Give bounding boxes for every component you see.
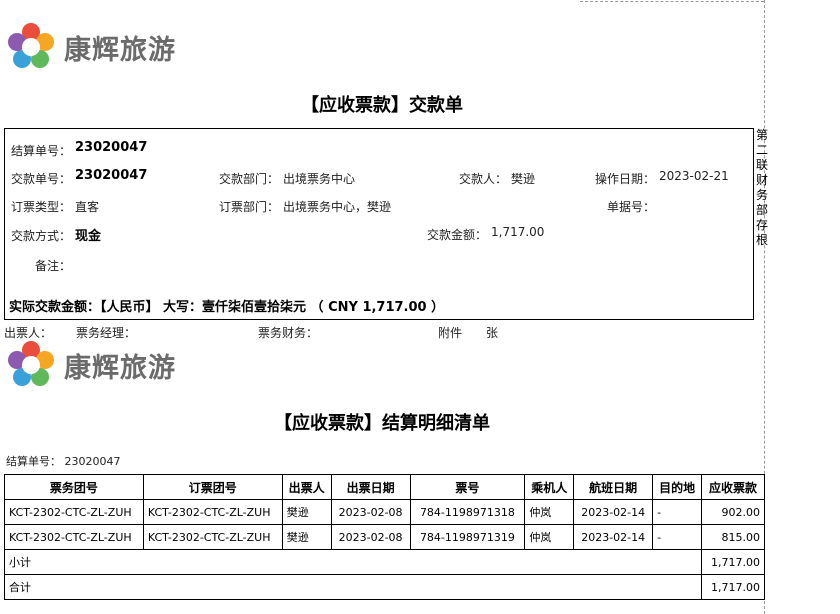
pay-dept-value: 出境票务中心 xyxy=(283,172,356,186)
receivable-cell: 815.00 xyxy=(701,524,765,550)
pay-method-label: 交款方式： xyxy=(11,229,72,243)
col-header: 目的地 xyxy=(652,474,703,500)
col-header: 订票团号 xyxy=(142,474,283,500)
issuer-cell: 樊逊 xyxy=(281,524,332,550)
table-row: KCT-2302-CTC-ZL-ZUH KCT-2302-CTC-ZL-ZUH … xyxy=(4,499,765,525)
page-top-dashed-border xyxy=(580,1,764,2)
ticket-group-cell: KCT-2302-CTC-ZL-ZUH xyxy=(4,499,144,525)
destination-cell: - xyxy=(652,499,703,525)
op-date-label: 操作日期： xyxy=(595,172,656,186)
order-dept-value: 出境票务中心，樊逊 xyxy=(283,200,392,214)
actual-amount-line: 实际交款金额：【人民币】 大写：壹仟柒佰壹拾柒元 （ CNY 1,717.00 … xyxy=(9,300,445,315)
manager-label: 票务经理： xyxy=(76,326,137,340)
order-group-cell: KCT-2302-CTC-ZL-ZUH xyxy=(142,524,283,550)
total-row: 合计 1,717.00 xyxy=(3,574,765,600)
passenger-cell: 仲岚 xyxy=(524,524,575,550)
col-header: 票务团号 xyxy=(4,474,144,500)
order-type-label: 订票类型： xyxy=(11,200,72,214)
col-header: 出票日期 xyxy=(330,474,411,500)
ticket-no-cell: 784-1198971319 xyxy=(409,524,526,550)
amount-label: 交款金额： xyxy=(427,228,488,242)
flight-date-cell: 2023-02-14 xyxy=(573,524,654,550)
col-header: 出票人 xyxy=(281,474,332,500)
company-name: 康辉旅游 xyxy=(64,35,176,66)
remark-label: 备注： xyxy=(35,259,72,273)
col-header: 应收票款 xyxy=(701,474,765,500)
detail-settle-no: 结算单号： 23020047 xyxy=(6,455,121,468)
issuer-label: 出票人： xyxy=(4,326,53,340)
flower-logo-icon xyxy=(8,341,54,386)
total-label: 合计 xyxy=(3,574,703,600)
destination-cell: - xyxy=(652,524,703,550)
order-dept-label: 订票部门： xyxy=(219,200,280,214)
total-value: 1,717.00 xyxy=(701,574,765,600)
op-date-value: 2023-02-21 xyxy=(659,169,729,183)
order-group-cell: KCT-2302-CTC-ZL-ZUH xyxy=(142,499,283,525)
receivable-cell: 902.00 xyxy=(701,499,765,525)
finance-label: 票务财务： xyxy=(258,326,319,340)
payer-label: 交款人： xyxy=(459,172,508,186)
copy-side-note: 第二联财务部存根 xyxy=(756,128,769,247)
company-logo-detail: 康辉旅游 xyxy=(6,340,196,390)
payer-value: 樊逊 xyxy=(511,172,536,186)
doc-no-label: 单据号： xyxy=(607,200,656,214)
voucher-form: 结算单号： 23020047 交款单号： 23020047 交款部门： 出境票务… xyxy=(4,128,754,320)
pay-method-value: 现金 xyxy=(75,229,102,244)
issue-date-cell: 2023-02-08 xyxy=(330,499,411,525)
col-header: 票号 xyxy=(409,474,526,500)
ticket-no-cell: 784-1198971318 xyxy=(409,499,526,525)
subtotal-value: 1,717.00 xyxy=(701,549,765,575)
subtotal-row: 小计 1,717.00 xyxy=(3,549,765,575)
pay-dept-label: 交款部门： xyxy=(219,172,280,186)
table-header-row: 票务团号 订票团号 出票人 出票日期 票号 乘机人 航班日期 目的地 应收票款 xyxy=(4,474,765,500)
voucher-title: 【应收票款】交款单 xyxy=(301,95,463,116)
flower-logo-icon xyxy=(8,23,54,68)
attachment-label: 附件 xyxy=(438,326,463,340)
attachment-unit: 张 xyxy=(486,326,499,340)
subtotal-label: 小计 xyxy=(3,549,703,575)
settle-no-label: 结算单号： xyxy=(11,144,72,158)
order-type-value: 直客 xyxy=(75,200,100,214)
passenger-cell: 仲岚 xyxy=(524,499,575,525)
company-name: 康辉旅游 xyxy=(64,353,176,384)
pay-no-value: 23020047 xyxy=(75,168,148,183)
pay-no-label: 交款单号： xyxy=(11,172,72,186)
issuer-cell: 樊逊 xyxy=(281,499,332,525)
flight-date-cell: 2023-02-14 xyxy=(573,499,654,525)
ticket-group-cell: KCT-2302-CTC-ZL-ZUH xyxy=(4,524,144,550)
amount-value: 1,717.00 xyxy=(491,225,545,239)
detail-title: 【应收票款】结算明细清单 xyxy=(274,413,490,434)
table-row: KCT-2302-CTC-ZL-ZUH KCT-2302-CTC-ZL-ZUH … xyxy=(4,524,765,550)
company-logo: 康辉旅游 xyxy=(6,22,196,72)
col-header: 航班日期 xyxy=(573,474,654,500)
col-header: 乘机人 xyxy=(524,474,575,500)
issue-date-cell: 2023-02-08 xyxy=(330,524,411,550)
settle-no-value: 23020047 xyxy=(75,140,148,155)
detail-table: 票务团号 订票团号 出票人 出票日期 票号 乘机人 航班日期 目的地 应收票款 … xyxy=(3,474,765,600)
